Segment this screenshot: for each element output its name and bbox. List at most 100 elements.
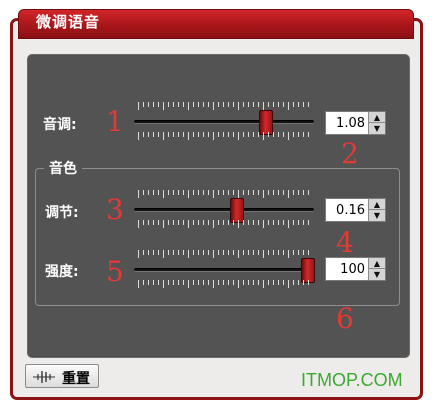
spin-up-icon[interactable]: ▲ bbox=[369, 199, 385, 210]
slider-tick bbox=[158, 190, 159, 195]
spin-up-icon[interactable]: ▲ bbox=[369, 112, 385, 123]
slider-tick bbox=[273, 132, 274, 137]
slider-tick bbox=[258, 280, 259, 285]
slider-track[interactable] bbox=[134, 268, 314, 272]
slider-tick bbox=[183, 250, 184, 255]
spin-down-icon[interactable]: ▼ bbox=[369, 269, 385, 280]
slider-tick bbox=[163, 132, 164, 140]
slider-tick bbox=[193, 250, 194, 255]
slider-tick bbox=[283, 190, 284, 195]
slider-tick bbox=[288, 102, 289, 110]
pitch-value[interactable]: 1.08 bbox=[336, 116, 365, 131]
slider-tick bbox=[203, 250, 204, 255]
slider-tick bbox=[278, 190, 279, 195]
spin-down-icon[interactable]: ▼ bbox=[369, 210, 385, 221]
slider-ticks-top bbox=[138, 250, 310, 258]
slider-tick bbox=[138, 250, 139, 258]
intensity-slider[interactable] bbox=[134, 250, 315, 290]
spin-buttons: ▲ ▼ bbox=[368, 112, 385, 134]
slider-track[interactable] bbox=[134, 208, 314, 212]
slider-tick bbox=[173, 132, 174, 137]
slider-tick bbox=[253, 250, 254, 255]
slider-tick bbox=[258, 132, 259, 137]
slider-tick bbox=[273, 250, 274, 255]
slider-tick bbox=[138, 132, 139, 140]
slider-tick bbox=[288, 250, 289, 258]
slider-tick bbox=[203, 190, 204, 195]
slider-tick bbox=[223, 250, 224, 255]
slider-tick bbox=[178, 220, 179, 225]
slider-tick bbox=[263, 280, 264, 288]
slider-tick bbox=[153, 250, 154, 255]
slider-tick bbox=[278, 102, 279, 107]
slider-tick bbox=[273, 102, 274, 107]
slider-tick bbox=[268, 190, 269, 195]
adjust-spinbox[interactable]: 0.16 ▲ ▼ bbox=[325, 198, 386, 222]
slider-track[interactable] bbox=[134, 120, 314, 124]
slider-tick bbox=[163, 190, 164, 198]
slider-tick bbox=[208, 190, 209, 195]
slider-tick bbox=[223, 132, 224, 137]
slider-tick bbox=[158, 132, 159, 137]
slider-tick bbox=[233, 250, 234, 255]
slider-tick bbox=[303, 280, 304, 285]
slider-tick bbox=[163, 250, 164, 258]
slider-tick bbox=[278, 250, 279, 255]
slider-tick bbox=[278, 280, 279, 285]
slider-tick bbox=[143, 250, 144, 255]
spin-down-icon[interactable]: ▼ bbox=[369, 123, 385, 134]
slider-tick bbox=[258, 190, 259, 195]
slider-tick bbox=[143, 190, 144, 195]
slider-tick bbox=[248, 250, 249, 255]
slider-tick bbox=[268, 220, 269, 225]
adjust-slider[interactable] bbox=[134, 190, 314, 230]
slider-tick bbox=[198, 132, 199, 137]
slider-tick bbox=[258, 220, 259, 225]
reset-button[interactable]: 重置 bbox=[25, 364, 99, 388]
slider-tick bbox=[183, 220, 184, 225]
slider-tick bbox=[193, 132, 194, 137]
annotation-marker-6: 6 bbox=[336, 302, 354, 335]
slider-tick bbox=[238, 132, 239, 140]
slider-tick bbox=[218, 220, 219, 225]
intensity-label: 强度: bbox=[45, 264, 79, 280]
intensity-value[interactable]: 100 bbox=[340, 262, 365, 277]
slider-tick bbox=[163, 102, 164, 110]
slider-tick bbox=[283, 280, 284, 285]
slider-tick bbox=[288, 132, 289, 140]
intensity-spinbox[interactable]: 100 ▲ ▼ bbox=[325, 257, 386, 281]
waveform-icon bbox=[33, 371, 55, 383]
slider-tick bbox=[228, 132, 229, 137]
slider-tick bbox=[208, 102, 209, 107]
slider-tick bbox=[173, 250, 174, 255]
slider-tick bbox=[303, 132, 304, 137]
pitch-spinbox[interactable]: 1.08 ▲ ▼ bbox=[325, 111, 386, 135]
slider-tick bbox=[223, 190, 224, 195]
pitch-slider[interactable] bbox=[134, 102, 314, 142]
slider-tick bbox=[193, 220, 194, 225]
spin-buttons: ▲ ▼ bbox=[368, 258, 385, 280]
slider-tick bbox=[263, 132, 264, 140]
slider-tick bbox=[228, 220, 229, 225]
slider-tick bbox=[228, 102, 229, 107]
slider-tick bbox=[283, 102, 284, 107]
slider-tick bbox=[183, 190, 184, 195]
slider-tick bbox=[283, 132, 284, 137]
slider-tick bbox=[153, 280, 154, 285]
slider-tick bbox=[273, 190, 274, 195]
slider-tick bbox=[238, 280, 239, 288]
slider-tick bbox=[268, 280, 269, 285]
slider-tick bbox=[223, 220, 224, 225]
slider-tick bbox=[253, 132, 254, 137]
slider-tick bbox=[203, 220, 204, 225]
slider-tick bbox=[233, 280, 234, 285]
slider-tick bbox=[213, 280, 214, 288]
adjust-value[interactable]: 0.16 bbox=[336, 203, 365, 218]
spin-up-icon[interactable]: ▲ bbox=[369, 258, 385, 269]
slider-tick bbox=[188, 102, 189, 110]
slider-tick bbox=[233, 102, 234, 107]
slider-tick bbox=[228, 280, 229, 285]
slider-tick bbox=[303, 220, 304, 225]
slider-tick bbox=[218, 132, 219, 137]
timbre-group-label: 音色 bbox=[44, 158, 82, 178]
